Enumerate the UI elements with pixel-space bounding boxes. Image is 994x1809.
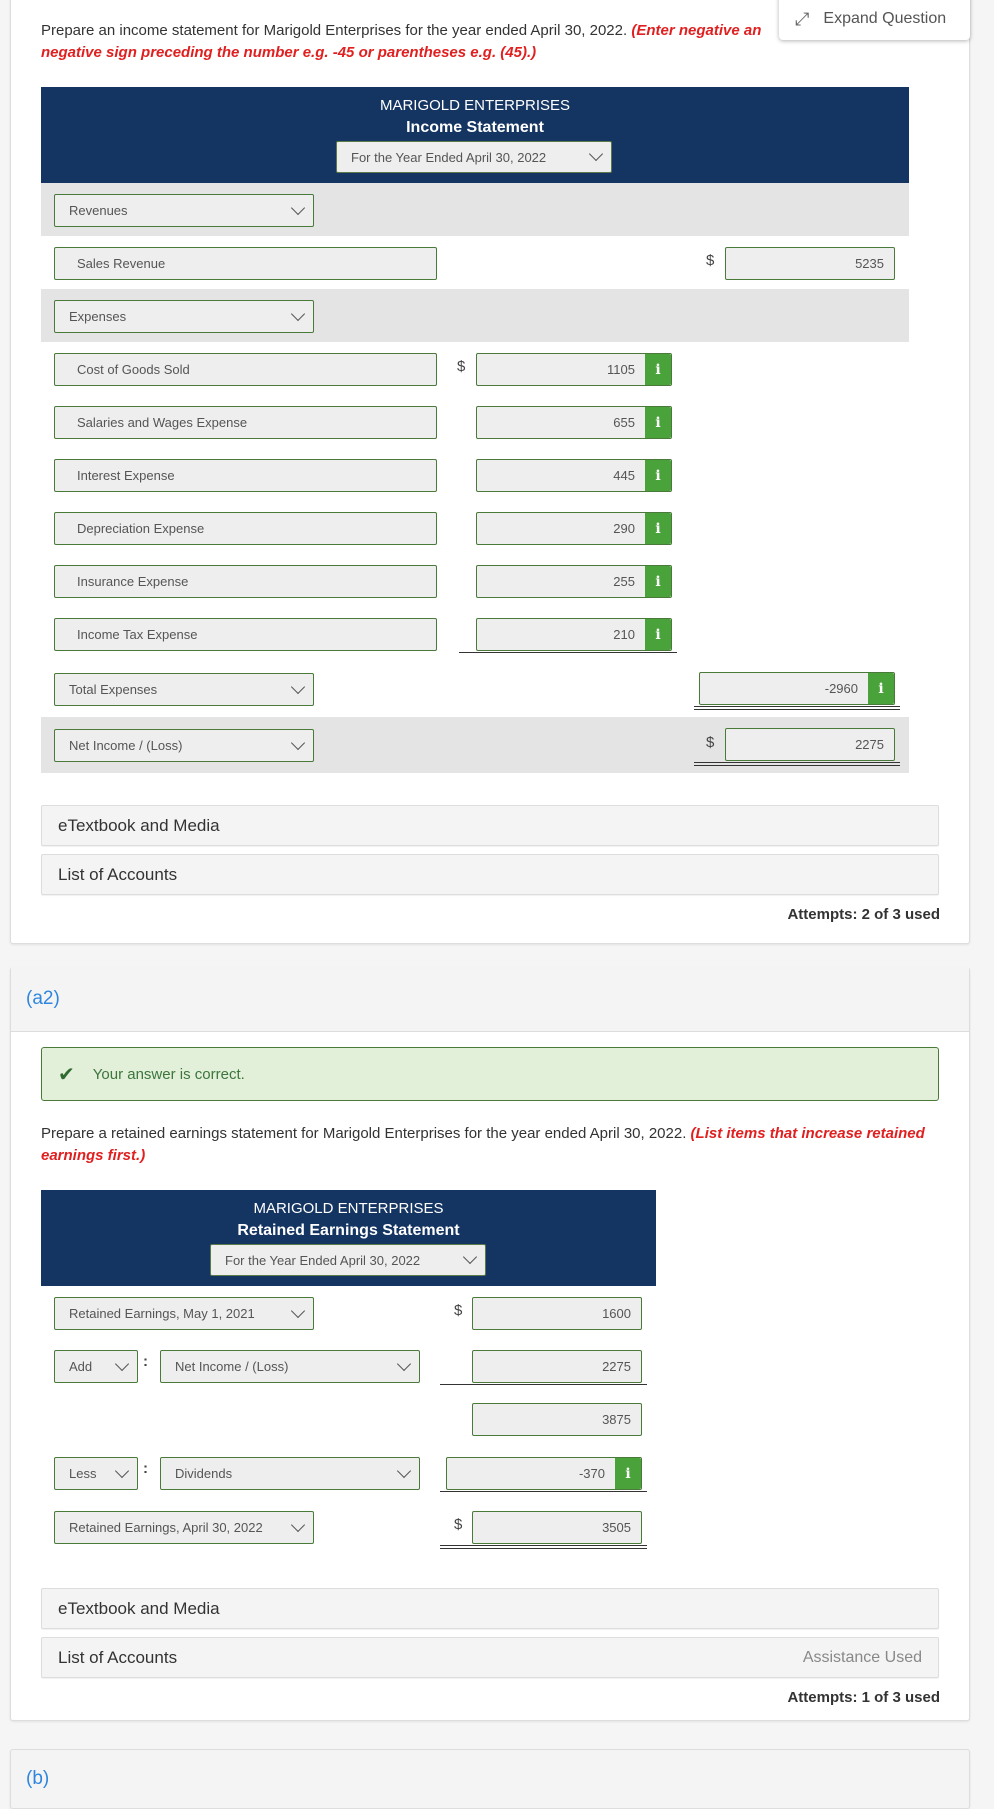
chevron-down-icon bbox=[589, 151, 601, 163]
info-icon[interactable]: i bbox=[615, 1458, 641, 1489]
assistance-used-label: Assistance Used bbox=[802, 1648, 922, 1666]
add-operator-select[interactable]: Add bbox=[54, 1350, 138, 1383]
expense-input-depreciation[interactable]: 290 i bbox=[476, 512, 672, 545]
beginning-re-input[interactable]: 1600 bbox=[472, 1297, 642, 1330]
chevron-down-icon bbox=[291, 684, 303, 696]
expenses-heading-select[interactable]: Expenses bbox=[54, 300, 314, 333]
total-expenses-select[interactable]: Total Expenses bbox=[54, 673, 314, 706]
net-income-input[interactable]: 2275 bbox=[472, 1350, 642, 1383]
info-icon[interactable]: i bbox=[868, 673, 894, 704]
chevron-down-icon bbox=[115, 1468, 127, 1480]
question-card-b bbox=[10, 1749, 970, 1809]
net-income-input[interactable]: 2275 bbox=[725, 728, 895, 761]
sales-revenue-label[interactable]: Sales Revenue bbox=[54, 247, 437, 280]
expense-input-cogs[interactable]: 1105 i bbox=[476, 353, 672, 386]
currency-symbol: $ bbox=[457, 358, 466, 375]
expense-input-interest[interactable]: 445 i bbox=[476, 459, 672, 492]
period-select[interactable]: For the Year Ended April 30, 2022 bbox=[210, 1244, 486, 1276]
retained-earnings-prompt: Prepare a retained earnings statement fo… bbox=[41, 1125, 925, 1164]
part-label-a2: (a2) bbox=[11, 967, 969, 1032]
attempts-counter: Attempts: 2 of 3 used bbox=[787, 906, 940, 923]
info-icon[interactable]: i bbox=[645, 513, 671, 544]
sales-revenue-input[interactable]: 5235 bbox=[725, 247, 895, 280]
net-income-select[interactable]: Net Income / (Loss) bbox=[54, 729, 314, 762]
chevron-down-icon bbox=[463, 1254, 475, 1266]
statement-title: Income Statement bbox=[406, 119, 544, 136]
subtotal-input[interactable]: 3875 bbox=[472, 1403, 642, 1436]
prompt-hint-line1: (Enter negative an bbox=[631, 22, 762, 39]
correct-answer-banner: ✔ Your answer is correct. bbox=[41, 1047, 939, 1101]
expand-question-button[interactable]: ⤢ Expand Question bbox=[779, 0, 970, 40]
expense-input-insurance[interactable]: 255 i bbox=[476, 565, 672, 598]
expense-input-income-tax[interactable]: 210 i bbox=[476, 618, 672, 651]
currency-symbol: $ bbox=[454, 1516, 463, 1533]
company-name: MARIGOLD ENTERPRISES bbox=[253, 1200, 444, 1217]
info-icon[interactable]: i bbox=[645, 354, 671, 385]
period-select[interactable]: For the Year Ended April 30, 2022 bbox=[336, 141, 612, 173]
colon-separator: : bbox=[143, 1460, 148, 1477]
company-name: MARIGOLD ENTERPRISES bbox=[379, 97, 571, 114]
expense-label-insurance[interactable]: Insurance Expense bbox=[54, 565, 437, 598]
currency-symbol: $ bbox=[706, 252, 715, 269]
expense-label-depreciation[interactable]: Depreciation Expense bbox=[54, 512, 437, 545]
info-icon[interactable]: i bbox=[645, 566, 671, 597]
expense-label-salaries[interactable]: Salaries and Wages Expense bbox=[54, 406, 437, 439]
expense-label-cogs[interactable]: Cost of Goods Sold bbox=[54, 353, 437, 386]
currency-symbol: $ bbox=[454, 1302, 463, 1319]
less-operator-select[interactable]: Less bbox=[54, 1457, 138, 1490]
ending-re-select[interactable]: Retained Earnings, April 30, 2022 bbox=[54, 1511, 314, 1544]
chevron-down-icon bbox=[291, 311, 303, 323]
chevron-down-icon bbox=[291, 1522, 303, 1534]
chevron-down-icon bbox=[397, 1361, 409, 1373]
less-item-select[interactable]: Dividends bbox=[160, 1457, 420, 1490]
etextbook-media-link[interactable]: eTextbook and Media bbox=[41, 1588, 939, 1629]
prompt-hint-line2: negative sign preceding the number e.g. … bbox=[41, 44, 537, 61]
expand-question-label: Expand Question bbox=[823, 10, 947, 27]
info-icon[interactable]: i bbox=[645, 619, 671, 650]
expense-label-income-tax[interactable]: Income Tax Expense bbox=[54, 618, 437, 651]
expense-input-salaries[interactable]: 655 i bbox=[476, 406, 672, 439]
add-item-select[interactable]: Net Income / (Loss) bbox=[160, 1350, 420, 1383]
ending-re-double-underline bbox=[440, 1545, 647, 1549]
chevron-down-icon bbox=[291, 205, 303, 217]
expense-label-interest[interactable]: Interest Expense bbox=[54, 459, 437, 492]
list-of-accounts-link[interactable]: List of Accounts bbox=[41, 854, 939, 895]
part-label-b: (b) bbox=[26, 1768, 50, 1789]
dividends-underline bbox=[440, 1491, 647, 1492]
attempts-counter: Attempts: 1 of 3 used bbox=[787, 1689, 940, 1706]
ending-re-input[interactable]: 3505 bbox=[472, 1511, 642, 1544]
info-icon[interactable]: i bbox=[645, 460, 671, 491]
dividends-input[interactable]: -370 i bbox=[446, 1457, 642, 1490]
chevron-down-icon bbox=[291, 1308, 303, 1320]
etextbook-media-link[interactable]: eTextbook and Media bbox=[41, 805, 939, 846]
subtotal-underline bbox=[440, 1384, 647, 1385]
subtotal-underline bbox=[459, 652, 677, 653]
currency-symbol: $ bbox=[706, 734, 715, 751]
info-icon[interactable]: i bbox=[645, 407, 671, 438]
checkmark-icon: ✔ bbox=[58, 1063, 75, 1086]
total-expenses-double-underline bbox=[694, 706, 900, 710]
chevron-down-icon bbox=[115, 1361, 127, 1373]
statement-title: Retained Earnings Statement bbox=[237, 1222, 460, 1239]
beginning-re-select[interactable]: Retained Earnings, May 1, 2021 bbox=[54, 1297, 314, 1330]
net-income-double-underline bbox=[694, 762, 900, 766]
chevron-down-icon bbox=[397, 1468, 409, 1480]
total-expenses-input[interactable]: -2960 i bbox=[699, 672, 895, 705]
colon-separator: : bbox=[143, 1353, 148, 1370]
expand-arrows-icon: ⤢ bbox=[795, 8, 810, 29]
list-of-accounts-link[interactable]: List of Accounts Assistance Used bbox=[41, 1637, 939, 1678]
chevron-down-icon bbox=[291, 740, 303, 752]
revenues-heading-select[interactable]: Revenues bbox=[54, 194, 314, 227]
